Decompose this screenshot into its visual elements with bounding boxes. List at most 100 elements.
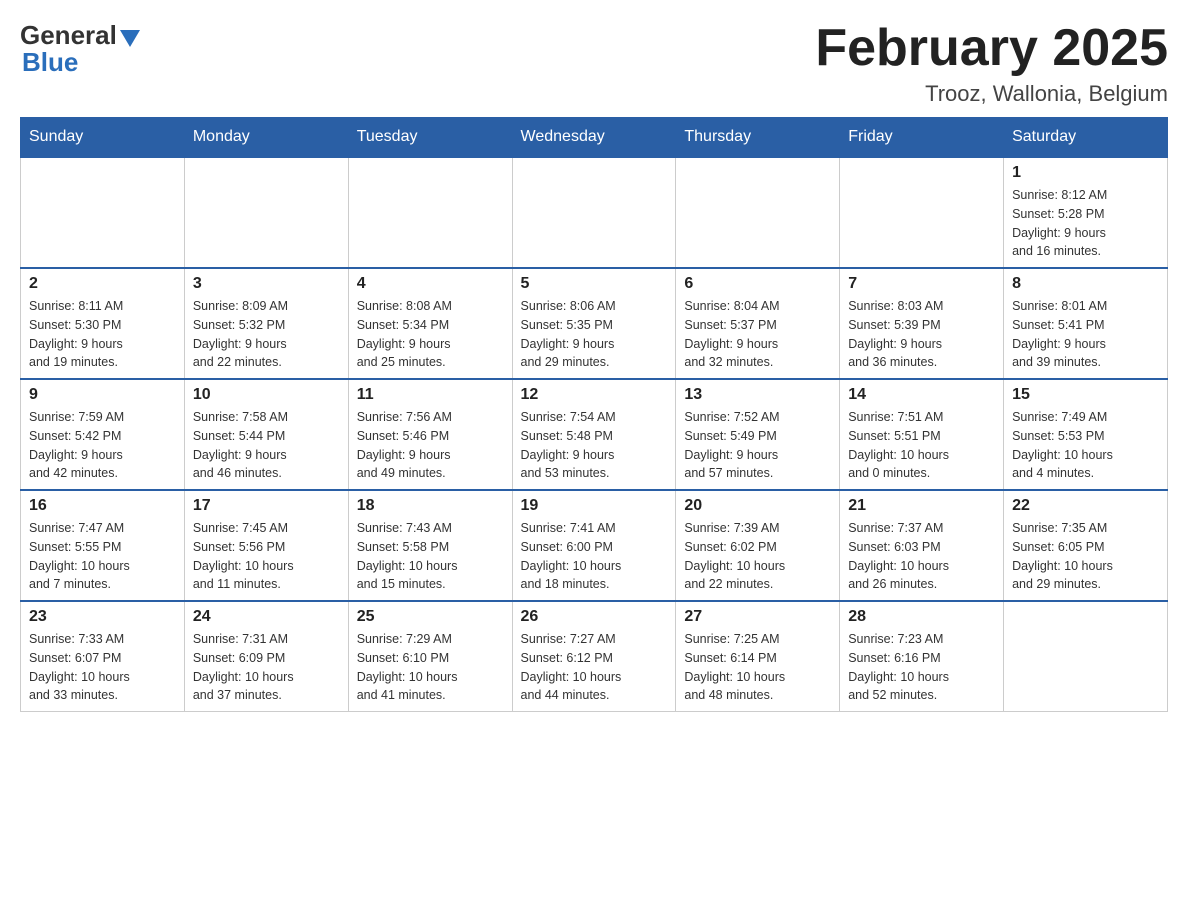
calendar-cell: 14 Sunrise: 7:51 AM Sunset: 5:51 PM Dayli… (840, 379, 1004, 490)
day-info: Sunrise: 7:39 AM Sunset: 6:02 PM Dayligh… (684, 519, 831, 594)
day-info: Sunrise: 7:27 AM Sunset: 6:12 PM Dayligh… (521, 630, 668, 705)
calendar-cell: 13 Sunrise: 7:52 AM Sunset: 5:49 PM Dayli… (676, 379, 840, 490)
calendar-cell: 23 Sunrise: 7:33 AM Sunset: 6:07 PM Dayli… (21, 601, 185, 712)
day-info: Sunrise: 7:41 AM Sunset: 6:00 PM Dayligh… (521, 519, 668, 594)
week-row-4: 16 Sunrise: 7:47 AM Sunset: 5:55 PM Dayli… (21, 490, 1168, 601)
calendar-cell: 8 Sunrise: 8:01 AM Sunset: 5:41 PM Daylig… (1004, 268, 1168, 379)
day-number: 4 (357, 275, 504, 293)
calendar-cell: 3Sunrise: 8:09 AM Sunset: 5:32 PM Daylig… (184, 268, 348, 379)
calendar-cell: 28 Sunrise: 7:23 AM Sunset: 6:16 PM Dayli… (840, 601, 1004, 712)
day-number: 6 (684, 275, 831, 293)
day-number: 10 (193, 386, 340, 404)
col-monday: Monday (184, 118, 348, 158)
logo-blue-text: Blue (22, 47, 78, 78)
day-number: 28 (848, 608, 995, 626)
day-number: 2 (29, 275, 176, 293)
day-number: 12 (521, 386, 668, 404)
calendar-cell (21, 157, 185, 268)
day-info: Sunrise: 7:54 AM Sunset: 5:48 PM Dayligh… (521, 408, 668, 483)
day-info: Sunrise: 7:47 AM Sunset: 5:55 PM Dayligh… (29, 519, 176, 594)
title-block: February 2025 Trooz, Wallonia, Belgium (815, 20, 1168, 107)
calendar-header-row: Sunday Monday Tuesday Wednesday Thursday… (21, 118, 1168, 158)
calendar-cell: 26 Sunrise: 7:27 AM Sunset: 6:12 PM Dayli… (512, 601, 676, 712)
day-number: 15 (1012, 386, 1159, 404)
col-friday: Friday (840, 118, 1004, 158)
day-number: 17 (193, 497, 340, 515)
week-row-2: 2 Sunrise: 8:11 AM Sunset: 5:30 PM Daylig… (21, 268, 1168, 379)
day-number: 9 (29, 386, 176, 404)
day-number: 7 (848, 275, 995, 293)
day-info: Sunrise: 8:12 AM Sunset: 5:28 PM Dayligh… (1012, 186, 1159, 261)
month-title: February 2025 (815, 20, 1168, 77)
calendar-cell: 2 Sunrise: 8:11 AM Sunset: 5:30 PM Daylig… (21, 268, 185, 379)
day-number: 23 (29, 608, 176, 626)
day-info: Sunrise: 7:43 AM Sunset: 5:58 PM Dayligh… (357, 519, 504, 594)
col-wednesday: Wednesday (512, 118, 676, 158)
day-info: Sunrise: 7:25 AM Sunset: 6:14 PM Dayligh… (684, 630, 831, 705)
day-number: 11 (357, 386, 504, 404)
calendar-cell (1004, 601, 1168, 712)
calendar-cell: 11Sunrise: 7:56 AM Sunset: 5:46 PM Dayli… (348, 379, 512, 490)
calendar-cell: 5 Sunrise: 8:06 AM Sunset: 5:35 PM Daylig… (512, 268, 676, 379)
col-thursday: Thursday (676, 118, 840, 158)
calendar-cell: 16 Sunrise: 7:47 AM Sunset: 5:55 PM Dayli… (21, 490, 185, 601)
calendar-cell: 1 Sunrise: 8:12 AM Sunset: 5:28 PM Daylig… (1004, 157, 1168, 268)
day-number: 14 (848, 386, 995, 404)
day-number: 16 (29, 497, 176, 515)
col-tuesday: Tuesday (348, 118, 512, 158)
calendar-cell (512, 157, 676, 268)
day-info: Sunrise: 7:23 AM Sunset: 6:16 PM Dayligh… (848, 630, 995, 705)
day-info: Sunrise: 8:04 AM Sunset: 5:37 PM Dayligh… (684, 297, 831, 372)
calendar-cell: 9 Sunrise: 7:59 AM Sunset: 5:42 PM Daylig… (21, 379, 185, 490)
calendar-cell: 6 Sunrise: 8:04 AM Sunset: 5:37 PM Daylig… (676, 268, 840, 379)
calendar-cell: 27 Sunrise: 7:25 AM Sunset: 6:14 PM Dayli… (676, 601, 840, 712)
day-info: Sunrise: 7:52 AM Sunset: 5:49 PM Dayligh… (684, 408, 831, 483)
page-header: General Blue February 2025 Trooz, Wallon… (20, 20, 1168, 107)
calendar-cell: 7 Sunrise: 8:03 AM Sunset: 5:39 PM Daylig… (840, 268, 1004, 379)
day-info: Sunrise: 8:09 AM Sunset: 5:32 PM Dayligh… (193, 297, 340, 372)
day-number: 18 (357, 497, 504, 515)
calendar-cell: 4 Sunrise: 8:08 AM Sunset: 5:34 PM Daylig… (348, 268, 512, 379)
calendar-cell: 19Sunrise: 7:41 AM Sunset: 6:00 PM Dayli… (512, 490, 676, 601)
day-info: Sunrise: 8:08 AM Sunset: 5:34 PM Dayligh… (357, 297, 504, 372)
col-sunday: Sunday (21, 118, 185, 158)
day-number: 27 (684, 608, 831, 626)
calendar-cell (840, 157, 1004, 268)
calendar-table: Sunday Monday Tuesday Wednesday Thursday… (20, 117, 1168, 712)
day-number: 26 (521, 608, 668, 626)
day-number: 13 (684, 386, 831, 404)
day-info: Sunrise: 8:06 AM Sunset: 5:35 PM Dayligh… (521, 297, 668, 372)
day-info: Sunrise: 7:33 AM Sunset: 6:07 PM Dayligh… (29, 630, 176, 705)
calendar-cell: 21 Sunrise: 7:37 AM Sunset: 6:03 PM Dayli… (840, 490, 1004, 601)
col-saturday: Saturday (1004, 118, 1168, 158)
day-number: 1 (1012, 164, 1159, 182)
day-info: Sunrise: 7:49 AM Sunset: 5:53 PM Dayligh… (1012, 408, 1159, 483)
day-info: Sunrise: 7:37 AM Sunset: 6:03 PM Dayligh… (848, 519, 995, 594)
calendar-cell: 12 Sunrise: 7:54 AM Sunset: 5:48 PM Dayli… (512, 379, 676, 490)
week-row-3: 9 Sunrise: 7:59 AM Sunset: 5:42 PM Daylig… (21, 379, 1168, 490)
logo-triangle-icon (120, 30, 140, 47)
day-info: Sunrise: 7:51 AM Sunset: 5:51 PM Dayligh… (848, 408, 995, 483)
day-info: Sunrise: 7:45 AM Sunset: 5:56 PM Dayligh… (193, 519, 340, 594)
calendar-cell: 25Sunrise: 7:29 AM Sunset: 6:10 PM Dayli… (348, 601, 512, 712)
day-number: 21 (848, 497, 995, 515)
day-info: Sunrise: 7:59 AM Sunset: 5:42 PM Dayligh… (29, 408, 176, 483)
week-row-5: 23 Sunrise: 7:33 AM Sunset: 6:07 PM Dayli… (21, 601, 1168, 712)
calendar-cell: 10Sunrise: 7:58 AM Sunset: 5:44 PM Dayli… (184, 379, 348, 490)
day-info: Sunrise: 8:03 AM Sunset: 5:39 PM Dayligh… (848, 297, 995, 372)
calendar-cell (676, 157, 840, 268)
day-info: Sunrise: 7:31 AM Sunset: 6:09 PM Dayligh… (193, 630, 340, 705)
location-text: Trooz, Wallonia, Belgium (815, 81, 1168, 107)
day-number: 5 (521, 275, 668, 293)
day-info: Sunrise: 8:11 AM Sunset: 5:30 PM Dayligh… (29, 297, 176, 372)
day-number: 8 (1012, 275, 1159, 293)
day-info: Sunrise: 8:01 AM Sunset: 5:41 PM Dayligh… (1012, 297, 1159, 372)
calendar-cell: 17 Sunrise: 7:45 AM Sunset: 5:56 PM Dayli… (184, 490, 348, 601)
calendar-cell: 15 Sunrise: 7:49 AM Sunset: 5:53 PM Dayli… (1004, 379, 1168, 490)
week-row-1: 1 Sunrise: 8:12 AM Sunset: 5:28 PM Daylig… (21, 157, 1168, 268)
calendar-cell (348, 157, 512, 268)
calendar-cell: 20Sunrise: 7:39 AM Sunset: 6:02 PM Dayli… (676, 490, 840, 601)
calendar-cell: 18 Sunrise: 7:43 AM Sunset: 5:58 PM Dayli… (348, 490, 512, 601)
calendar-cell (184, 157, 348, 268)
logo: General Blue (20, 20, 140, 78)
